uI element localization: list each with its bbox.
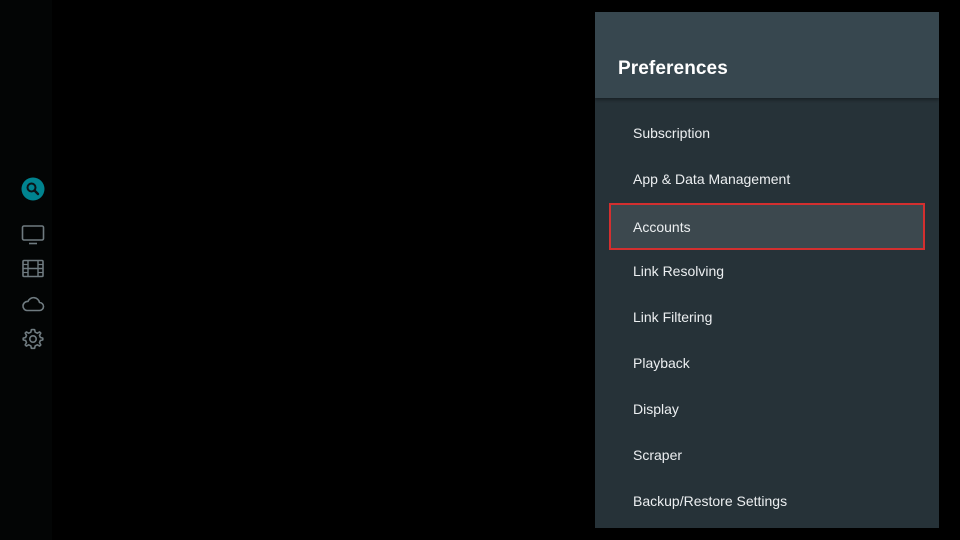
menu-item-label: Playback (633, 355, 690, 371)
menu-item-link-filtering[interactable]: Link Filtering (609, 295, 925, 339)
menu-item-subscription[interactable]: Subscription (609, 111, 925, 155)
nav-tv-button[interactable] (19, 221, 47, 249)
menu-item-label: Accounts (633, 218, 691, 235)
nav-rail (0, 0, 52, 540)
menu-item-label: Link Filtering (633, 309, 713, 325)
nav-settings-button[interactable] (19, 325, 47, 353)
preferences-header: Preferences (595, 12, 939, 98)
menu-item-label: Link Resolving (633, 263, 725, 279)
menu-item-display[interactable]: Display (609, 387, 925, 431)
menu-item-label: App & Data Management (633, 171, 791, 187)
cloud-icon (21, 294, 45, 314)
film-icon (21, 258, 45, 280)
menu-item-app-data-management[interactable]: App & Data Management (609, 157, 925, 201)
screen: Preferences Subscription App & Data Mana… (0, 0, 960, 540)
menu-item-label: Backup/Restore Settings (633, 493, 788, 509)
preferences-panel: Preferences Subscription App & Data Mana… (595, 12, 939, 528)
menu-item-label: Subscription (633, 125, 711, 141)
menu-item-label: Scraper (633, 447, 683, 463)
gear-icon (21, 327, 45, 351)
menu-item-accounts[interactable]: Accounts (609, 203, 925, 250)
tv-icon (21, 224, 45, 246)
menu-item-link-resolving[interactable]: Link Resolving (609, 249, 925, 293)
nav-cloud-button[interactable] (19, 290, 47, 318)
menu-item-scraper[interactable]: Scraper (609, 433, 925, 477)
menu-item-backup-restore-settings[interactable]: Backup/Restore Settings (609, 479, 925, 523)
page-title: Preferences (618, 58, 728, 79)
nav-movies-button[interactable] (19, 255, 47, 283)
search-icon (21, 177, 45, 201)
menu-item-label: Display (633, 401, 679, 417)
menu-item-playback[interactable]: Playback (609, 341, 925, 385)
nav-search-button[interactable] (19, 175, 47, 203)
